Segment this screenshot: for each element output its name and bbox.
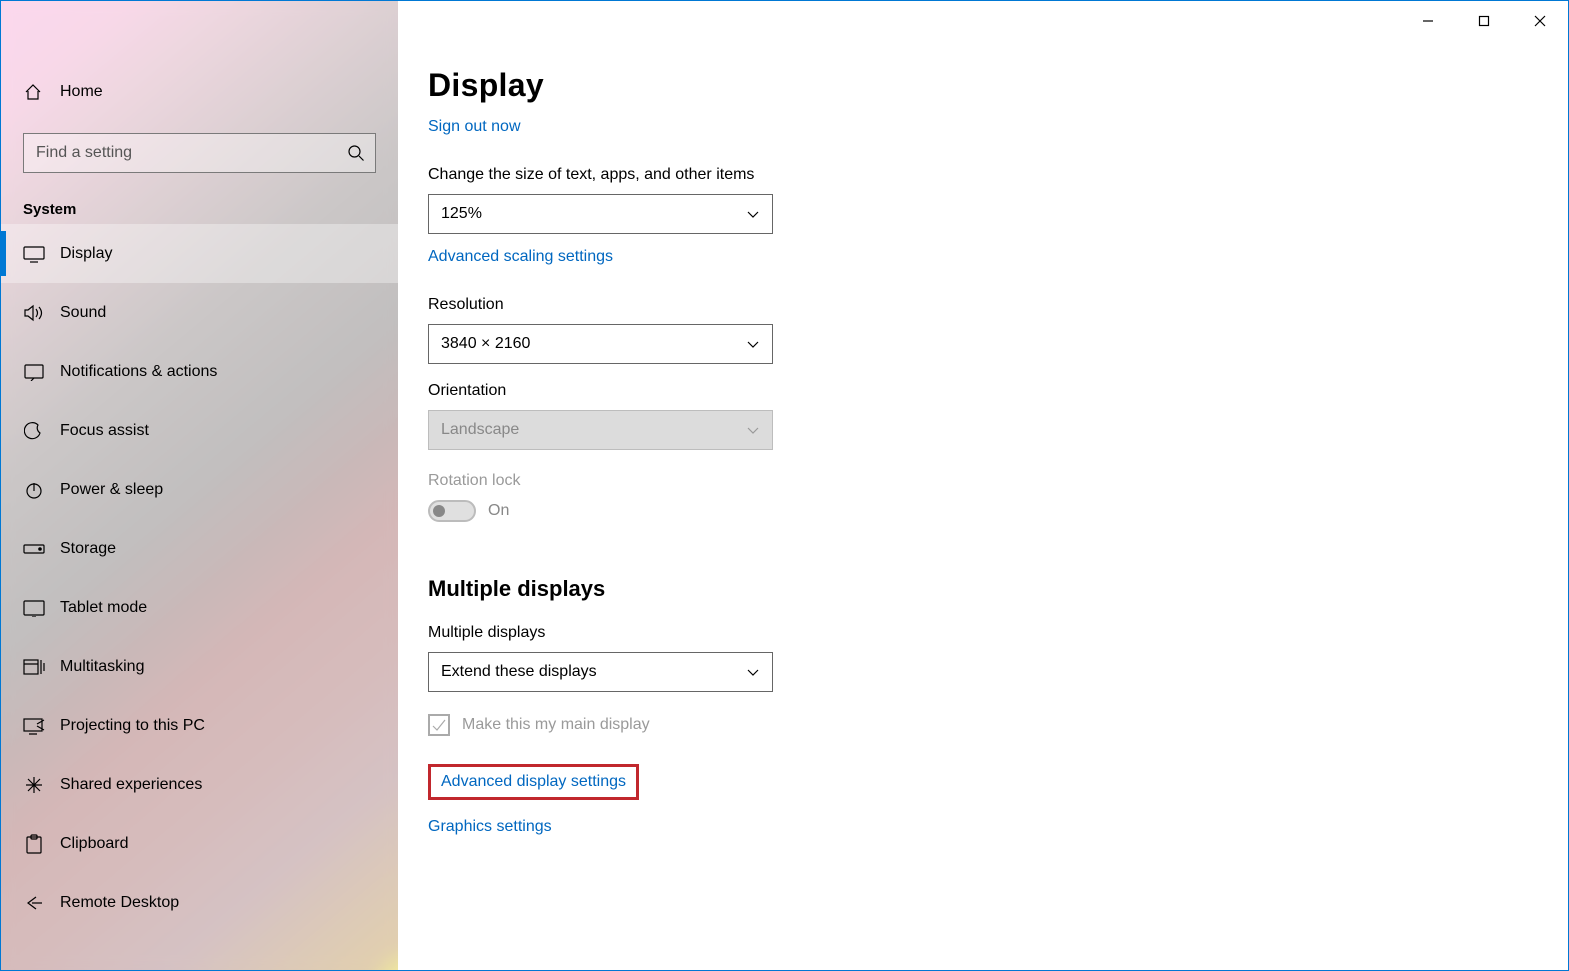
orientation-value: Landscape — [441, 421, 519, 439]
sidebar-item-label: Notifications & actions — [60, 363, 217, 381]
multiple-displays-label: Multiple displays — [428, 624, 1568, 642]
search-input[interactable] — [36, 144, 347, 162]
notifications-icon — [23, 361, 45, 383]
chevron-down-icon — [746, 665, 760, 679]
scale-dropdown[interactable]: 125% — [428, 194, 773, 234]
sidebar-item-label: Power & sleep — [60, 481, 163, 499]
minimize-icon — [1422, 15, 1434, 27]
main-content: Display Sign out now Change the size of … — [398, 41, 1568, 970]
close-icon — [1534, 15, 1546, 27]
display-icon — [23, 243, 45, 265]
sidebar-item-label: Clipboard — [60, 835, 128, 853]
close-button[interactable] — [1512, 1, 1568, 41]
sidebar-item-tablet[interactable]: Tablet mode — [1, 578, 398, 637]
sidebar-item-storage[interactable]: Storage — [1, 519, 398, 578]
multiple-displays-heading: Multiple displays — [428, 576, 1568, 602]
maximize-icon — [1478, 15, 1490, 27]
sidebar-item-label: Focus assist — [60, 422, 149, 440]
sidebar-item-label: Multitasking — [60, 658, 144, 676]
sidebar-item-power[interactable]: Power & sleep — [1, 460, 398, 519]
sidebar-item-multitasking[interactable]: Multitasking — [1, 637, 398, 696]
sidebar-item-clipboard[interactable]: Clipboard — [1, 814, 398, 873]
rotation-lock-toggle — [428, 500, 476, 522]
advanced-scaling-link[interactable]: Advanced scaling settings — [428, 248, 613, 266]
sidebar-item-sound[interactable]: Sound — [1, 283, 398, 342]
focus-assist-icon — [23, 420, 45, 442]
graphics-settings-link[interactable]: Graphics settings — [428, 818, 552, 836]
sidebar: Home System Display Sound Notifications … — [1, 1, 398, 970]
sidebar-item-label: Shared experiences — [60, 776, 202, 794]
scale-label: Change the size of text, apps, and other… — [428, 166, 1568, 184]
sidebar-item-notifications[interactable]: Notifications & actions — [1, 342, 398, 401]
page-title: Display — [428, 67, 1568, 104]
minimize-button[interactable] — [1400, 1, 1456, 41]
home-icon — [23, 82, 45, 102]
orientation-dropdown: Landscape — [428, 410, 773, 450]
sidebar-item-label: Projecting to this PC — [60, 717, 205, 735]
sidebar-item-projecting[interactable]: Projecting to this PC — [1, 696, 398, 755]
sidebar-item-focus-assist[interactable]: Focus assist — [1, 401, 398, 460]
main-display-checkbox — [428, 714, 450, 736]
sidebar-item-shared[interactable]: Shared experiences — [1, 755, 398, 814]
multitasking-icon — [23, 656, 45, 678]
window-controls — [1400, 1, 1568, 41]
main-display-check-label: Make this my main display — [462, 716, 650, 734]
sound-icon — [23, 302, 45, 324]
shared-icon — [23, 774, 45, 796]
sign-out-link[interactable]: Sign out now — [428, 118, 521, 136]
rotation-lock-label: Rotation lock — [428, 472, 1568, 490]
chevron-down-icon — [746, 423, 760, 437]
check-icon — [431, 717, 447, 733]
sidebar-item-label: Sound — [60, 304, 106, 322]
multiple-displays-value: Extend these displays — [441, 663, 597, 681]
power-icon — [23, 479, 45, 501]
clipboard-icon — [23, 833, 45, 855]
sidebar-item-label: Storage — [60, 540, 116, 558]
storage-icon — [23, 538, 45, 560]
projecting-icon — [23, 715, 45, 737]
sidebar-section-title: System — [23, 201, 398, 218]
sidebar-item-label: Display — [60, 245, 112, 263]
multiple-displays-dropdown[interactable]: Extend these displays — [428, 652, 773, 692]
tablet-icon — [23, 597, 45, 619]
resolution-dropdown[interactable]: 3840 × 2160 — [428, 324, 773, 364]
nav-list: Display Sound Notifications & actions Fo… — [1, 224, 398, 932]
main-display-checkbox-row: Make this my main display — [428, 714, 1568, 736]
sidebar-item-display[interactable]: Display — [1, 224, 398, 283]
rotation-lock-state: On — [488, 502, 509, 520]
home-label: Home — [60, 83, 103, 101]
sidebar-item-label: Tablet mode — [60, 599, 147, 617]
sidebar-item-label: Remote Desktop — [60, 894, 179, 912]
home-nav[interactable]: Home — [1, 65, 398, 119]
chevron-down-icon — [746, 337, 760, 351]
chevron-down-icon — [746, 207, 760, 221]
resolution-label: Resolution — [428, 296, 1568, 314]
orientation-label: Orientation — [428, 382, 1568, 400]
search-box[interactable] — [23, 133, 376, 173]
advanced-display-settings-link[interactable]: Advanced display settings — [428, 764, 639, 800]
sidebar-item-remote[interactable]: Remote Desktop — [1, 873, 398, 932]
remote-icon — [23, 892, 45, 914]
resolution-value: 3840 × 2160 — [441, 335, 530, 353]
scale-value: 125% — [441, 205, 482, 223]
search-icon — [347, 144, 365, 162]
maximize-button[interactable] — [1456, 1, 1512, 41]
